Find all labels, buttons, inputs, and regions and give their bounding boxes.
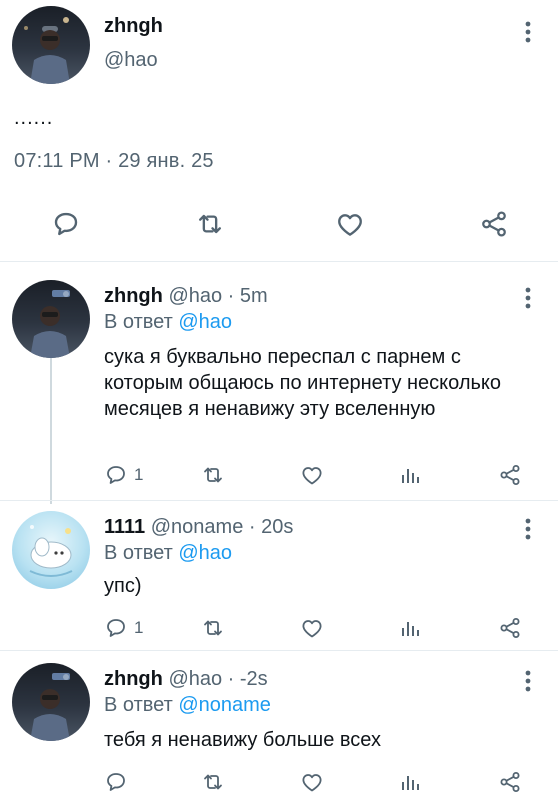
reply-actions: 1 [100, 460, 530, 490]
more-vertical-icon [525, 670, 531, 692]
reply-to-mention[interactable]: @noname [178, 694, 271, 716]
like-button[interactable] [300, 460, 324, 490]
author-meta: @noname · 20s [150, 516, 294, 538]
reply-tweet: zhngh @hao · 5m В ответ @hao сука я букв… [0, 262, 558, 500]
share-button[interactable] [498, 460, 522, 490]
reply-actions: 1 [100, 613, 530, 643]
reply-text: упс) [104, 575, 142, 597]
retweet-button[interactable] [190, 206, 230, 242]
reply-to-label: В ответ [104, 694, 173, 716]
more-options-button[interactable] [516, 515, 540, 543]
reply-button[interactable]: 1 [104, 460, 143, 490]
reply-text: тебя я ненавижу больше всех [104, 729, 381, 751]
tweet-text: ...... [14, 107, 54, 129]
author-name[interactable]: 1111 [104, 516, 145, 538]
analytics-button[interactable] [398, 767, 422, 797]
retweet-button[interactable] [200, 767, 226, 797]
reply-icon [51, 209, 81, 239]
reply-header: 1111 @noname · 20s [104, 515, 293, 539]
more-options-button[interactable] [516, 667, 540, 695]
tweet-timestamp: 07:11 PM · 29 янв. 25 [14, 150, 214, 172]
reply-tweet: zhngh @hao · -2s В ответ @noname тебя я … [0, 651, 558, 800]
tweet-actions [0, 206, 558, 242]
share-icon [498, 463, 522, 487]
author-meta: @hao · -2s [168, 668, 268, 690]
reply-header: zhngh @hao · 5m [104, 284, 268, 308]
author-name[interactable]: zhngh [104, 285, 163, 307]
reply-icon [104, 770, 128, 794]
more-vertical-icon [525, 518, 531, 540]
reply-to-line: В ответ @hao [104, 310, 232, 334]
reply-button[interactable] [46, 206, 86, 242]
reply-to-label: В ответ [104, 311, 173, 333]
reply-to-mention[interactable]: @hao [178, 542, 232, 564]
author-handle[interactable]: @hao [104, 48, 158, 72]
analytics-button[interactable] [398, 613, 422, 643]
analytics-icon [398, 463, 422, 487]
retweet-icon [194, 209, 226, 239]
author-name[interactable]: zhngh [104, 14, 163, 38]
retweet-button[interactable] [200, 613, 226, 643]
avatar[interactable] [12, 6, 90, 84]
reply-text: сука я буквально переспал с парнем с кот… [104, 346, 502, 420]
like-button[interactable] [300, 767, 324, 797]
reply-to-line: В ответ @noname [104, 693, 271, 717]
reply-icon [104, 616, 128, 640]
author-name[interactable]: zhngh [104, 668, 163, 690]
like-button[interactable] [300, 613, 324, 643]
avatar[interactable] [12, 511, 90, 589]
share-button[interactable] [498, 767, 522, 797]
main-tweet: zhngh @hao ...... 07:11 PM · 29 янв. 25 [0, 0, 558, 261]
more-vertical-icon [525, 21, 531, 43]
retweet-icon [200, 770, 226, 794]
reply-tweet: 1111 @noname · 20s В ответ @hao упс) 1 [0, 501, 558, 650]
like-icon [300, 770, 324, 794]
more-vertical-icon [525, 287, 531, 309]
more-options-button[interactable] [516, 18, 540, 46]
more-options-button[interactable] [516, 284, 540, 312]
share-button[interactable] [474, 206, 514, 242]
reply-button[interactable]: 1 [104, 613, 143, 643]
avatar[interactable] [12, 663, 90, 741]
like-icon [300, 463, 324, 487]
share-icon [498, 616, 522, 640]
retweet-button[interactable] [200, 460, 226, 490]
reply-icon [104, 463, 128, 487]
share-button[interactable] [498, 613, 522, 643]
retweet-icon [200, 616, 226, 640]
retweet-icon [200, 463, 226, 487]
reply-count: 1 [134, 465, 144, 484]
reply-to-label: В ответ [104, 542, 173, 564]
author-meta: @hao · 5m [168, 285, 268, 307]
avatar[interactable] [12, 280, 90, 358]
share-icon [479, 209, 509, 239]
reply-to-mention[interactable]: @hao [178, 311, 232, 333]
analytics-button[interactable] [398, 460, 422, 490]
like-icon [300, 616, 324, 640]
reply-header: zhngh @hao · -2s [104, 667, 268, 691]
share-icon [498, 770, 522, 794]
like-button[interactable] [330, 206, 370, 242]
reply-button[interactable] [104, 767, 134, 797]
analytics-icon [398, 770, 422, 794]
reply-count: 1 [134, 618, 144, 637]
reply-to-line: В ответ @hao [104, 541, 232, 565]
analytics-icon [398, 616, 422, 640]
reply-actions [100, 767, 530, 797]
like-icon [335, 209, 365, 239]
